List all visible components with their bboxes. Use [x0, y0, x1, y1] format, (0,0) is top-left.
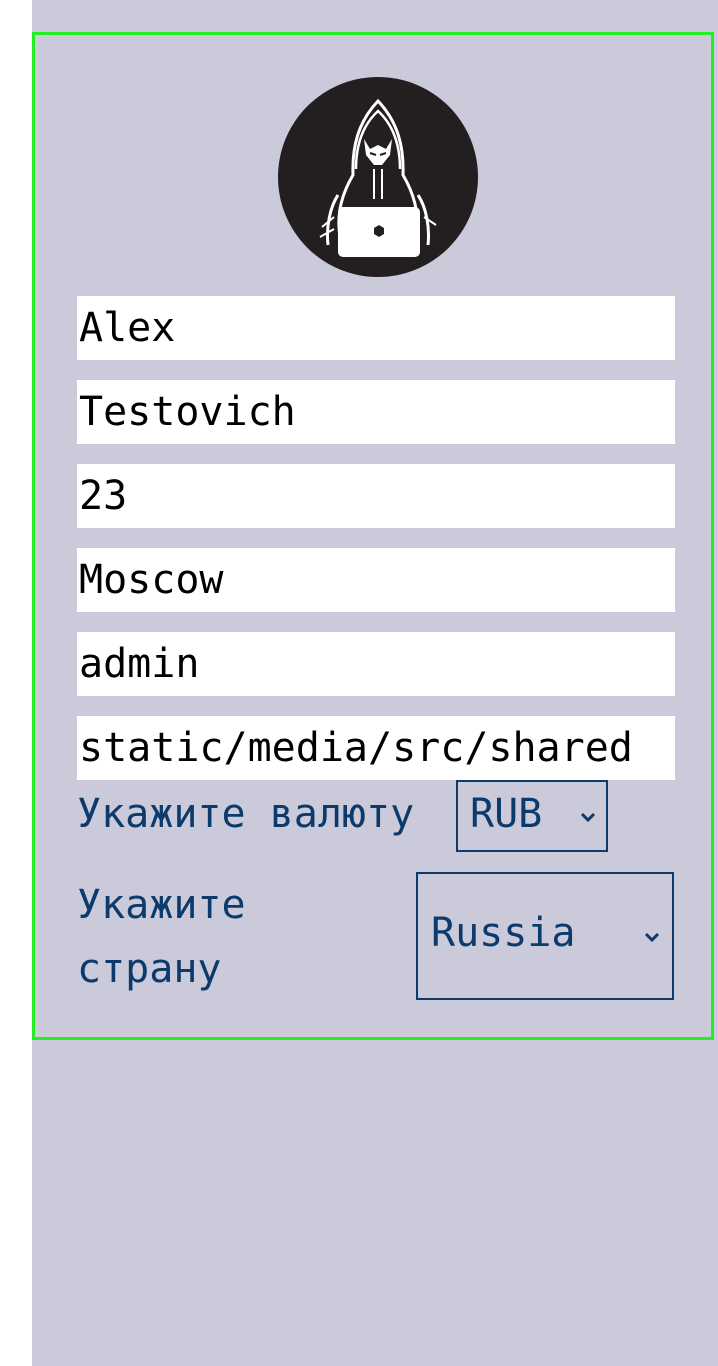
profile-card: Укажите валюту RUB Укажите страну Russia	[32, 32, 714, 1040]
currency-selected-value: RUB	[470, 791, 543, 837]
country-select[interactable]: Russia	[416, 872, 674, 1000]
city-field[interactable]	[77, 548, 675, 612]
role-field[interactable]	[77, 632, 675, 696]
country-label-line2: страну	[77, 946, 222, 992]
avatar-path-field[interactable]	[77, 716, 675, 780]
chevron-down-icon	[642, 930, 662, 944]
currency-select[interactable]: RUB	[456, 780, 608, 852]
age-field[interactable]	[77, 464, 675, 528]
last-name-field[interactable]	[77, 380, 675, 444]
hacker-avatar-icon	[278, 77, 478, 277]
chevron-down-icon	[578, 810, 598, 824]
first-name-field[interactable]	[77, 296, 675, 360]
country-selected-value: Russia	[431, 910, 576, 956]
country-label-line1: Укажите	[77, 882, 246, 928]
currency-label: Укажите валюту	[77, 791, 415, 837]
